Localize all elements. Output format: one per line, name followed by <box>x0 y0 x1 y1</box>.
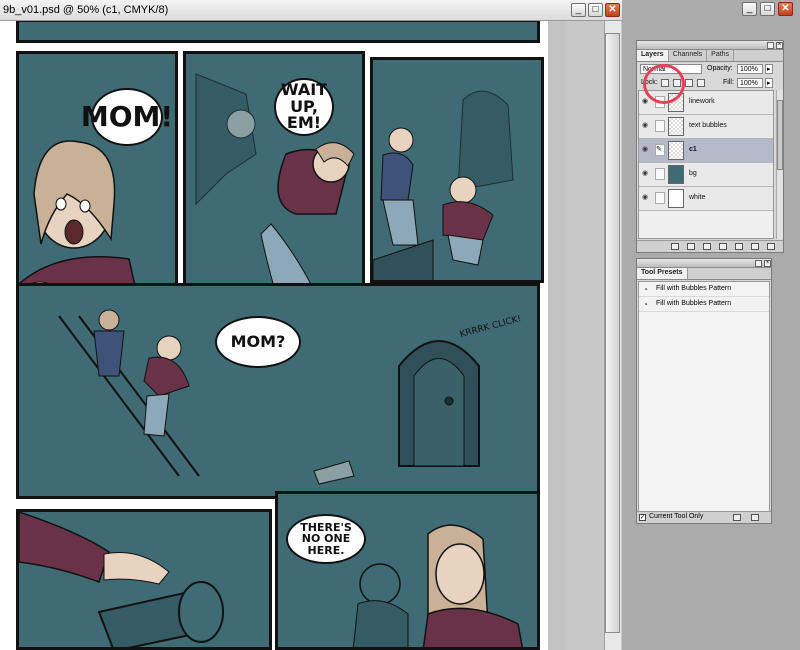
presets-minimize-icon[interactable] <box>755 260 762 267</box>
current-tool-only-checkbox[interactable]: ✓ <box>639 514 646 521</box>
layer-thumbnail <box>668 165 684 184</box>
app-maximize-button[interactable]: □ <box>760 2 775 16</box>
comic-panel-4: MOM? KRRRK CLICK! <box>16 283 540 499</box>
comic-panel-2: WAIT UP, EM! <box>183 51 365 293</box>
layer-mask-icon[interactable] <box>703 243 711 250</box>
visibility-eye-icon[interactable]: ◉ <box>642 170 651 178</box>
delete-preset-icon[interactable] <box>751 514 759 521</box>
layer-row[interactable]: ◉ ✎ c1 <box>639 139 773 163</box>
layer-name: linework <box>689 98 715 105</box>
character-art-2 <box>195 73 355 290</box>
layers-tab-bar: Layers Channels Paths <box>637 50 783 62</box>
doc-maximize-button[interactable]: □ <box>588 3 603 17</box>
lock-all-icon[interactable] <box>696 79 705 87</box>
tool-presets-tab-bar: Tool Presets <box>637 268 771 280</box>
comic-panel-top-strip <box>16 21 540 43</box>
canvas-area[interactable]: MOM! WAIT UP, EM! MOM? KRRRK CLICK! THER… <box>0 21 565 650</box>
opacity-arrow-icon[interactable]: ▸ <box>765 64 773 74</box>
layer-thumbnail <box>668 189 684 208</box>
tab-paths[interactable]: Paths <box>707 50 735 61</box>
comic-panel-3 <box>370 57 544 283</box>
fill-label: Fill: <box>723 79 734 86</box>
layers-palette-footer <box>637 240 783 252</box>
opacity-label: Opacity: <box>707 65 733 72</box>
character-art-5 <box>19 512 224 647</box>
layer-link-box[interactable] <box>655 192 665 204</box>
character-art-3 <box>373 90 514 280</box>
layer-name: bg <box>689 170 697 177</box>
comic-panel-1: MOM! <box>16 51 178 303</box>
comic-page[interactable]: MOM! WAIT UP, EM! MOM? KRRRK CLICK! THER… <box>0 21 548 650</box>
layer-list-scrollbar[interactable] <box>776 90 783 239</box>
link-layers-icon[interactable] <box>671 243 679 250</box>
character-art-1 <box>19 140 139 300</box>
vertical-scrollbar-thumb[interactable] <box>605 33 620 633</box>
layer-row[interactable]: ◉ bg <box>639 163 773 187</box>
paint-bucket-icon: ◔ <box>643 300 648 309</box>
layer-list-scroll-thumb[interactable] <box>777 100 783 170</box>
palette-close-icon[interactable]: × <box>776 42 783 49</box>
palette-minimize-icon[interactable] <box>767 42 774 49</box>
tool-presets-list: ◔ Fill with Bubbles Pattern ◔ Fill with … <box>638 281 770 513</box>
comic-panel-5 <box>16 509 272 650</box>
opacity-field[interactable]: 100% <box>737 64 763 74</box>
document-titlebar[interactable]: 9b_v01.psd @ 50% (c1, CMYK/8) _ □ ✕ <box>0 0 622 21</box>
tool-presets-footer: ✓ Current Tool Only <box>637 511 771 523</box>
character-art-4 <box>58 309 480 485</box>
layer-thumbnail <box>668 141 684 160</box>
app-window-controls: _ □ ✕ <box>740 0 800 18</box>
layer-list: ◉ linework ◉ text bubbles ◉ ✎ c1 ◉ bg ◉ white <box>638 90 774 239</box>
document-title: 9b_v01.psd @ 50% (c1, CMYK/8) <box>3 4 169 16</box>
layer-row[interactable]: ◉ white <box>639 187 773 211</box>
document-window: 9b_v01.psd @ 50% (c1, CMYK/8) _ □ ✕ MOM! <box>0 0 622 650</box>
tab-channels[interactable]: Channels <box>669 50 708 61</box>
preset-item[interactable]: ◔ Fill with Bubbles Pattern <box>639 297 769 312</box>
preset-label: Fill with Bubbles Pattern <box>656 285 732 292</box>
tool-presets-palette: × Tool Presets ◔ Fill with Bubbles Patte… <box>636 258 772 524</box>
paint-bucket-icon: ◔ <box>643 285 648 294</box>
preset-label: Fill with Bubbles Pattern <box>656 300 732 307</box>
layer-link-box[interactable] <box>655 120 665 132</box>
screen: _ □ ✕ 9b_v01.psd @ 50% (c1, CMYK/8) _ □ … <box>0 0 800 650</box>
visibility-eye-icon[interactable]: ◉ <box>642 122 651 130</box>
new-group-icon[interactable] <box>735 243 743 250</box>
visibility-eye-icon[interactable]: ◉ <box>642 194 651 202</box>
layer-name: white <box>689 194 706 201</box>
document-scroll-area <box>565 21 622 650</box>
layers-palette-titlebar[interactable]: × <box>637 41 783 50</box>
visibility-eye-icon[interactable]: ◉ <box>642 146 651 154</box>
tool-presets-titlebar[interactable]: × <box>637 259 771 268</box>
doc-close-button[interactable]: ✕ <box>605 3 620 17</box>
layer-thumbnail <box>668 117 684 136</box>
layer-name: text bubbles <box>689 122 727 129</box>
highlight-ring-annotation <box>643 64 685 104</box>
adjustment-layer-icon[interactable] <box>719 243 727 250</box>
layer-row[interactable]: ◉ text bubbles <box>639 115 773 139</box>
brush-link-icon[interactable]: ✎ <box>655 144 665 156</box>
layer-name: c1 <box>689 146 697 153</box>
tab-layers[interactable]: Layers <box>637 50 669 61</box>
comic-panel-6: THERE'S NO ONE HERE. <box>275 491 540 650</box>
app-minimize-button[interactable]: _ <box>742 2 757 16</box>
preset-item[interactable]: ◔ Fill with Bubbles Pattern <box>639 282 769 297</box>
new-preset-icon[interactable] <box>733 514 741 521</box>
app-close-button[interactable]: ✕ <box>778 2 793 16</box>
fill-arrow-icon[interactable]: ▸ <box>765 78 773 88</box>
character-art-6 <box>352 524 524 647</box>
trash-icon[interactable] <box>767 243 775 250</box>
lock-move-icon[interactable] <box>684 79 693 87</box>
fill-field[interactable]: 100% <box>737 78 763 88</box>
presets-close-icon[interactable]: × <box>764 260 771 267</box>
tab-tool-presets[interactable]: Tool Presets <box>637 268 688 279</box>
layer-style-icon[interactable] <box>687 243 695 250</box>
layer-link-box[interactable] <box>655 168 665 180</box>
current-tool-only-label: Current Tool Only <box>649 513 704 520</box>
new-layer-icon[interactable] <box>751 243 759 250</box>
doc-minimize-button[interactable]: _ <box>571 3 586 17</box>
